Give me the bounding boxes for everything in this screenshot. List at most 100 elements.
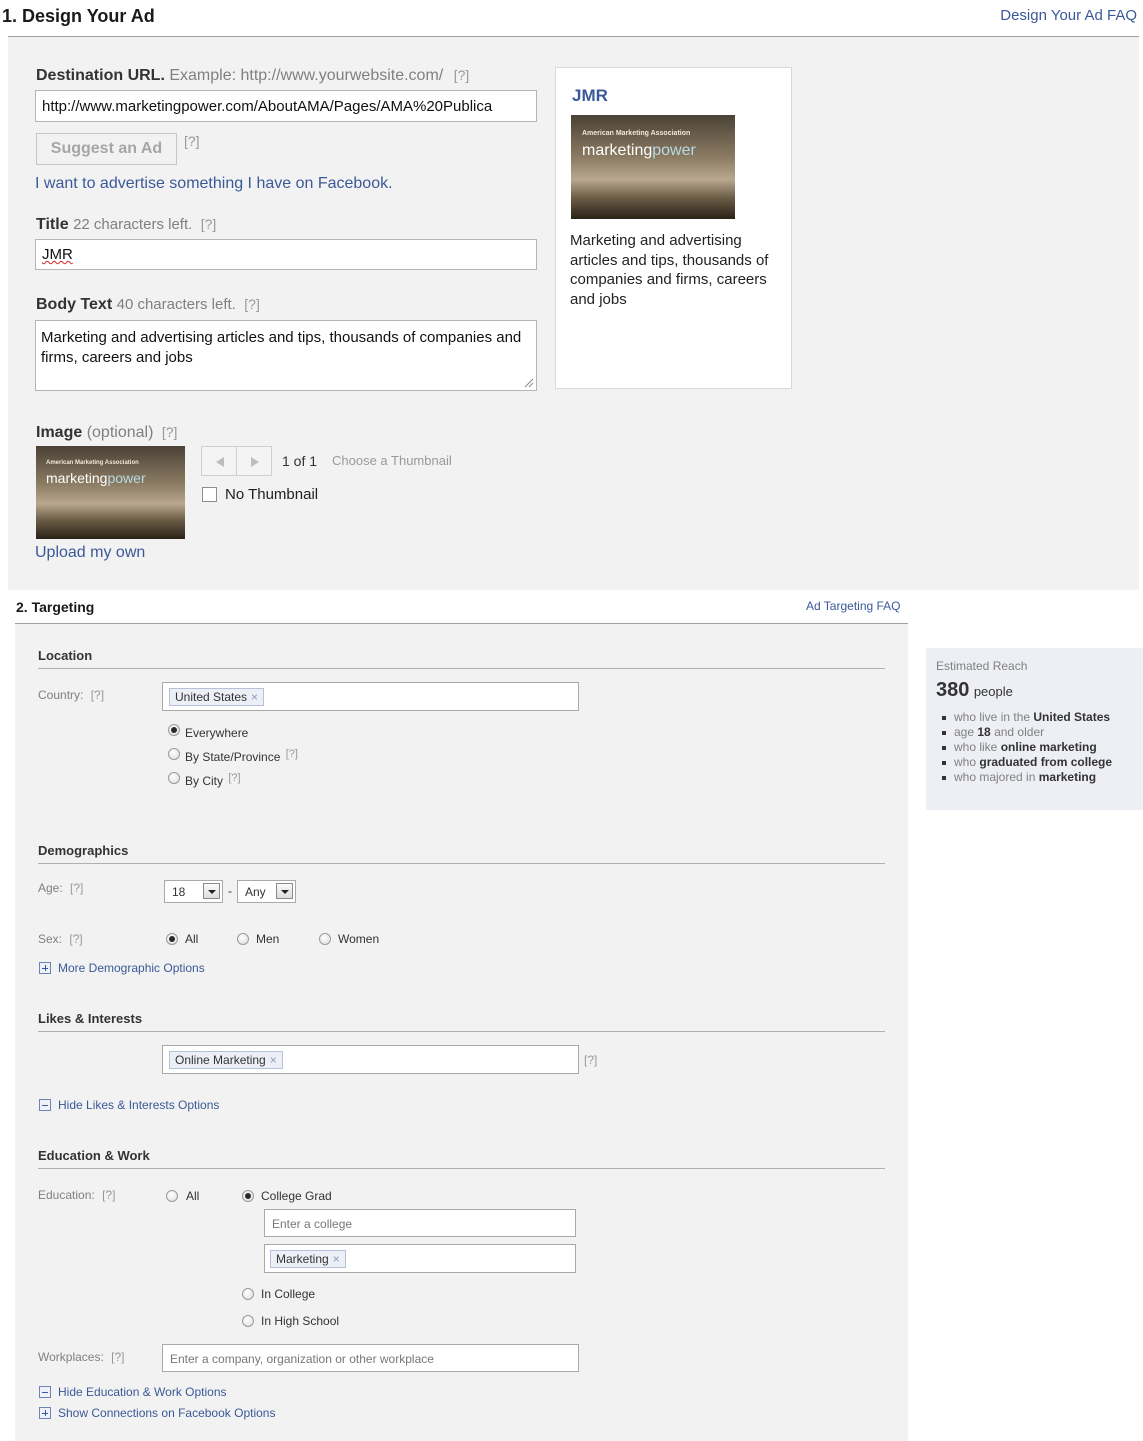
college-placeholder: Enter a college — [272, 1217, 353, 1231]
suggest-ad-help[interactable]: [?] — [184, 133, 200, 149]
title-input[interactable]: JMR — [35, 239, 537, 270]
radio-in-high-school[interactable] — [242, 1315, 254, 1327]
thumb-brand-a: marketing — [46, 470, 108, 486]
image-help[interactable]: [?] — [162, 424, 178, 440]
ad-preview-body: Marketing and advertising articles and t… — [570, 232, 769, 308]
major-token[interactable]: Marketing × — [270, 1250, 346, 1268]
country-token-input[interactable]: United States × — [162, 682, 579, 711]
sex-help[interactable]: [?] — [69, 932, 82, 946]
targeting-panel — [15, 624, 908, 1441]
radio-sex-men[interactable] — [237, 933, 249, 945]
upload-my-own-link[interactable]: Upload my own — [35, 544, 145, 562]
by-city-help[interactable]: [?] — [228, 772, 240, 784]
title-help[interactable]: [?] — [201, 216, 217, 232]
design-faq-link[interactable]: Design Your Ad FAQ — [1000, 7, 1137, 24]
expand-plus-icon[interactable] — [39, 962, 51, 974]
hide-likes-options-link[interactable]: Hide Likes & Interests Options — [58, 1098, 219, 1112]
likes-token-input[interactable]: Online Marketing × — [162, 1045, 579, 1074]
title-label-row: Title 22 characters left. [?] — [36, 216, 216, 234]
age-help[interactable]: [?] — [70, 881, 83, 895]
destination-url-help[interactable]: [?] — [454, 67, 470, 83]
college-grad-label: College Grad — [261, 1189, 332, 1203]
reach-bullet: who like online marketing — [940, 740, 1140, 755]
hide-education-options-link[interactable]: Hide Education & Work Options — [58, 1385, 227, 1399]
thumbnail-prev-button[interactable] — [201, 446, 237, 476]
workplaces-help[interactable]: [?] — [111, 1350, 124, 1364]
no-thumbnail-checkbox[interactable] — [202, 487, 217, 502]
radio-sex-women[interactable] — [319, 933, 331, 945]
chevron-left-icon — [216, 457, 224, 467]
radio-by-state[interactable] — [168, 748, 180, 760]
likes-token-label: Online Marketing — [175, 1053, 266, 1067]
resize-grip-icon[interactable] — [524, 378, 534, 388]
workplaces-input[interactable]: Enter a company, organization or other w… — [162, 1344, 579, 1372]
education-rule — [38, 1168, 885, 1169]
body-text-input[interactable]: Marketing and advertising articles and t… — [35, 320, 537, 391]
radio-education-all[interactable] — [166, 1190, 178, 1202]
everywhere-label: Everywhere — [185, 726, 249, 740]
radio-everywhere[interactable] — [168, 724, 180, 736]
education-all-label: All — [186, 1189, 200, 1203]
title-value: JMR — [42, 246, 73, 263]
sex-label: Sex: [?] — [38, 932, 83, 946]
estimated-reach-unit: people — [973, 684, 1013, 699]
education-heading: Education & Work — [38, 1148, 150, 1163]
by-state-label-text: By State/Province — [185, 750, 281, 764]
ad-preview-image[interactable]: American Marketing Association marketing… — [571, 115, 735, 219]
title-chars-left: 22 characters left. — [73, 216, 193, 233]
body-text-value: Marketing and advertising articles and t… — [41, 329, 522, 366]
education-label-text: Education: — [38, 1188, 95, 1202]
remove-token-icon[interactable]: × — [333, 1252, 340, 1266]
preview-thumb-brand: marketingpower — [582, 142, 696, 160]
destination-url-label: Destination URL. — [36, 67, 165, 84]
destination-url-example: Example: http://www.yourwebsite.com/ — [169, 67, 444, 84]
by-state-help[interactable]: [?] — [286, 748, 298, 760]
remove-token-icon[interactable]: × — [270, 1053, 277, 1067]
country-token[interactable]: United States × — [169, 688, 265, 706]
workplaces-label-text: Workplaces: — [38, 1350, 104, 1364]
education-label: Education: [?] — [38, 1188, 115, 1202]
targeting-faq-link[interactable]: Ad Targeting FAQ — [806, 599, 901, 613]
workplaces-label: Workplaces: [?] — [38, 1350, 125, 1364]
no-thumbnail-label: No Thumbnail — [225, 486, 319, 503]
age-from-select[interactable]: 18 — [164, 880, 223, 903]
thumbnail-next-button[interactable] — [236, 446, 272, 476]
sex-men-label: Men — [256, 932, 280, 946]
body-help[interactable]: [?] — [244, 296, 260, 312]
radio-sex-all[interactable] — [166, 933, 178, 945]
remove-token-icon[interactable]: × — [251, 690, 258, 704]
show-connections-options-link[interactable]: Show Connections on Facebook Options — [58, 1406, 275, 1420]
image-optional: (optional) — [86, 424, 154, 441]
preview-thumb-org: American Marketing Association — [582, 130, 691, 137]
age-from-value: 18 — [172, 885, 186, 899]
in-high-school-label: In High School — [261, 1314, 340, 1328]
location-rule — [38, 668, 885, 669]
likes-token[interactable]: Online Marketing × — [169, 1051, 283, 1069]
age-to-select[interactable]: Any — [237, 880, 296, 903]
likes-help[interactable]: [?] — [584, 1053, 597, 1067]
destination-url-label-row: Destination URL. Example: http://www.you… — [36, 67, 469, 85]
in-college-label: In College — [261, 1287, 316, 1301]
suggest-ad-button[interactable]: Suggest an Ad — [36, 133, 177, 165]
chevron-down-icon — [276, 883, 293, 899]
major-token-input[interactable]: Marketing × — [264, 1244, 576, 1273]
destination-url-input[interactable]: http://www.marketingpower.com/AboutAMA/P… — [35, 90, 537, 122]
more-demographic-options-link[interactable]: More Demographic Options — [58, 961, 205, 975]
education-help[interactable]: [?] — [102, 1188, 115, 1202]
radio-by-city[interactable] — [168, 772, 180, 784]
image-label-row: Image (optional) [?] — [36, 424, 177, 442]
demographics-rule — [38, 863, 885, 864]
radio-college-grad[interactable] — [242, 1190, 254, 1202]
country-help[interactable]: [?] — [91, 688, 104, 702]
advertise-facebook-link[interactable]: I want to advertise something I have on … — [35, 175, 393, 193]
expand-plus-icon[interactable] — [39, 1407, 51, 1419]
radio-in-college[interactable] — [242, 1288, 254, 1300]
collapse-minus-icon[interactable] — [39, 1386, 51, 1398]
ad-preview-title[interactable]: JMR — [572, 86, 608, 106]
thumb-brand: marketingpower — [46, 470, 146, 486]
collapse-minus-icon[interactable] — [39, 1099, 51, 1111]
workplaces-placeholder: Enter a company, organization or other w… — [170, 1352, 434, 1366]
college-input[interactable]: Enter a college — [264, 1209, 576, 1237]
sex-label-text: Sex: — [38, 932, 63, 946]
design-section-title: 1. Design Your Ad — [2, 6, 155, 26]
